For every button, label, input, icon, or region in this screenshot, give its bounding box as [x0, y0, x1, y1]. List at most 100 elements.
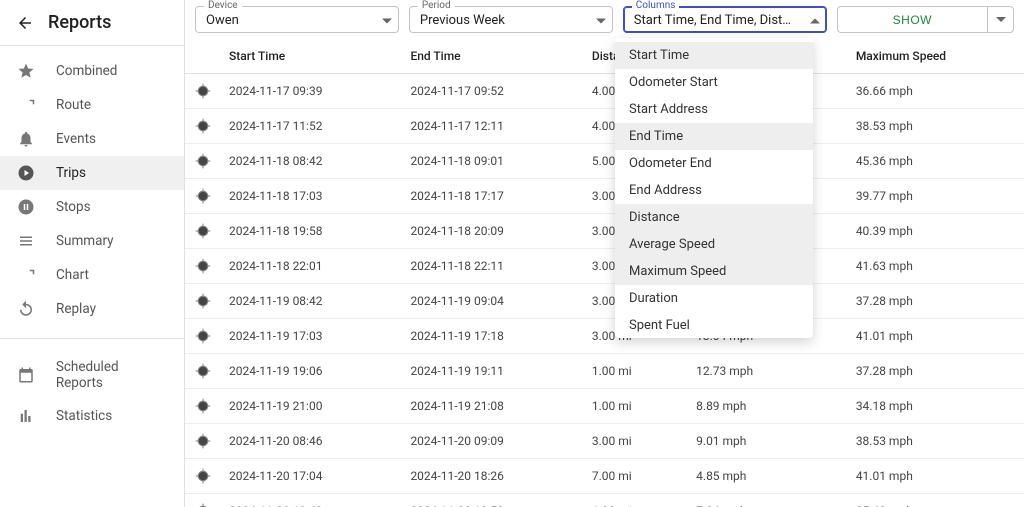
chevron-down-icon [382, 12, 392, 27]
column-header[interactable]: Maximum Speed [848, 39, 1024, 74]
sidebar-item-label: Events [56, 131, 96, 147]
table-row[interactable]: 2024-11-20 08:462024-11-20 09:093.00 mi9… [185, 424, 1024, 459]
table-row[interactable]: 2024-11-17 11:522024-11-17 12:114.00 mi3… [185, 109, 1024, 144]
sidebar-item-stops[interactable]: Stops [0, 190, 184, 224]
sidebar-item-label: Replay [56, 301, 96, 317]
cell-end-time: 2024-11-17 12:11 [402, 109, 583, 144]
cell-max-speed: 41.63 mph [848, 249, 1024, 284]
sidebar-item-combined[interactable]: Combined [0, 54, 184, 88]
cell-end-time: 2024-11-18 22:11 [402, 249, 583, 284]
dropdown-option-odometer-start[interactable]: Odometer Start [615, 69, 813, 96]
sidebar-item-replay[interactable]: Replay [0, 292, 184, 326]
columns-value: Start Time, End Time, Distance, Average … [634, 13, 798, 28]
gps-icon [185, 424, 221, 459]
column-header[interactable]: End Time [402, 39, 583, 74]
gps-icon [185, 494, 221, 507]
show-button[interactable]: SHOW [837, 6, 988, 33]
sidebar-item-label: Chart [56, 267, 89, 283]
columns-dropdown[interactable]: Start TimeOdometer StartStart AddressEnd… [615, 38, 813, 338]
back-arrow-icon[interactable] [16, 14, 34, 32]
dropdown-option-end-time[interactable]: End Time [615, 123, 813, 150]
cell-start-time: 2024-11-19 08:42 [221, 284, 402, 319]
sidebar-item-summary[interactable]: Summary [0, 224, 184, 258]
cell-end-time: 2024-11-18 09:01 [402, 144, 583, 179]
dropdown-option-start-time[interactable]: Start Time [615, 42, 813, 69]
device-value: Owen [206, 13, 370, 28]
table-container[interactable]: Start TimeEnd TimeDistanceAverage SpeedM… [185, 39, 1024, 507]
cell-distance: 3.00 mi [584, 424, 688, 459]
table-row[interactable]: 2024-11-19 21:002024-11-19 21:081.00 mi8… [185, 389, 1024, 424]
cell-start-time: 2024-11-19 21:00 [221, 389, 402, 424]
dropdown-option-maximum-speed[interactable]: Maximum Speed [615, 258, 813, 285]
dropdown-option-distance[interactable]: Distance [615, 204, 813, 231]
table-row[interactable]: 2024-11-19 08:422024-11-19 09:043.00 mi3… [185, 284, 1024, 319]
device-select[interactable]: Device Owen [195, 6, 399, 33]
table-row[interactable]: 2024-11-18 22:012024-11-18 22:113.00 mi4… [185, 249, 1024, 284]
sidebar-item-label: Route [56, 97, 91, 113]
cell-end-time: 2024-11-20 18:26 [402, 459, 583, 494]
table-row[interactable]: 2024-11-20 19:492024-11-20 19:531.00 mi7… [185, 494, 1024, 507]
sidebar-item-trips[interactable]: Trips [0, 156, 184, 190]
column-header[interactable]: Start Time [221, 39, 402, 74]
trips-table: Start TimeEnd TimeDistanceAverage SpeedM… [185, 39, 1024, 507]
dropdown-option-duration[interactable]: Duration [615, 285, 813, 312]
cell-avg-speed: 12.73 mph [688, 354, 848, 389]
main-content: Device Owen Period Previous Week Columns… [185, 0, 1024, 507]
gps-icon [185, 144, 221, 179]
sidebar-item-events[interactable]: Events [0, 122, 184, 156]
nav-divider [0, 338, 184, 339]
dropdown-option-end-address[interactable]: End Address [615, 177, 813, 204]
period-value: Previous Week [420, 13, 584, 28]
cell-distance: 1.00 mi [584, 389, 688, 424]
table-row[interactable]: 2024-11-18 17:032024-11-18 17:173.00 mi3… [185, 179, 1024, 214]
cell-max-speed: 34.18 mph [848, 389, 1024, 424]
table-row[interactable]: 2024-11-18 08:422024-11-18 09:015.00 mi4… [185, 144, 1024, 179]
columns-select[interactable]: Columns Start Time, End Time, Distance, … [623, 6, 827, 33]
cell-end-time: 2024-11-18 20:09 [402, 214, 583, 249]
sidebar-item-statistics[interactable]: Statistics [0, 399, 184, 433]
cell-start-time: 2024-11-20 08:46 [221, 424, 402, 459]
dropdown-option-start-address[interactable]: Start Address [615, 96, 813, 123]
show-button-group: SHOW [837, 6, 1014, 33]
cell-max-speed: 39.77 mph [848, 179, 1024, 214]
table-row[interactable]: 2024-11-19 17:032024-11-19 17:183.00 mi1… [185, 319, 1024, 354]
period-label: Period [418, 0, 455, 11]
cell-start-time: 2024-11-18 22:01 [221, 249, 402, 284]
period-select[interactable]: Period Previous Week [409, 6, 613, 33]
cell-avg-speed: 9.01 mph [688, 424, 848, 459]
bell-icon [16, 130, 36, 148]
sidebar-item-route[interactable]: Route [0, 88, 184, 122]
cell-distance: 7.00 mi [584, 459, 688, 494]
sidebar-item-chart[interactable]: Chart [0, 258, 184, 292]
cell-start-time: 2024-11-17 09:39 [221, 74, 402, 109]
table-row[interactable]: 2024-11-19 19:062024-11-19 19:111.00 mi1… [185, 354, 1024, 389]
table-row[interactable]: 2024-11-20 17:042024-11-20 18:267.00 mi4… [185, 459, 1024, 494]
table-row[interactable]: 2024-11-17 09:392024-11-17 09:524.00 mi3… [185, 74, 1024, 109]
cell-end-time: 2024-11-20 09:09 [402, 424, 583, 459]
cell-start-time: 2024-11-19 17:03 [221, 319, 402, 354]
table-row[interactable]: 2024-11-18 19:582024-11-18 20:093.00 mi4… [185, 214, 1024, 249]
cell-max-speed: 25.48 mph [848, 494, 1024, 507]
show-more-button[interactable] [988, 6, 1014, 33]
dropdown-option-average-speed[interactable]: Average Speed [615, 231, 813, 258]
gps-icon [185, 459, 221, 494]
dropdown-option-odometer-end[interactable]: Odometer End [615, 150, 813, 177]
sidebar-item-scheduled-reports[interactable]: Scheduled Reports [0, 351, 184, 399]
cell-start-time: 2024-11-20 19:49 [221, 494, 402, 507]
cell-end-time: 2024-11-19 09:04 [402, 284, 583, 319]
cell-max-speed: 36.66 mph [848, 74, 1024, 109]
dropdown-option-spent-fuel[interactable]: Spent Fuel [615, 312, 813, 338]
column-header[interactable] [185, 39, 221, 74]
cell-start-time: 2024-11-18 17:03 [221, 179, 402, 214]
sidebar-header: Reports [0, 0, 184, 46]
replay-icon [16, 300, 36, 318]
gps-icon [185, 179, 221, 214]
sidebar: Reports Combined Route Events Trips Stops Sum… [0, 0, 185, 507]
pause-icon [16, 198, 36, 216]
cell-end-time: 2024-11-19 19:11 [402, 354, 583, 389]
gps-icon [185, 389, 221, 424]
sidebar-item-label: Stops [56, 199, 91, 215]
gps-icon [185, 74, 221, 109]
nav-secondary: Scheduled ReportsStatistics [0, 343, 184, 441]
gps-icon [185, 284, 221, 319]
